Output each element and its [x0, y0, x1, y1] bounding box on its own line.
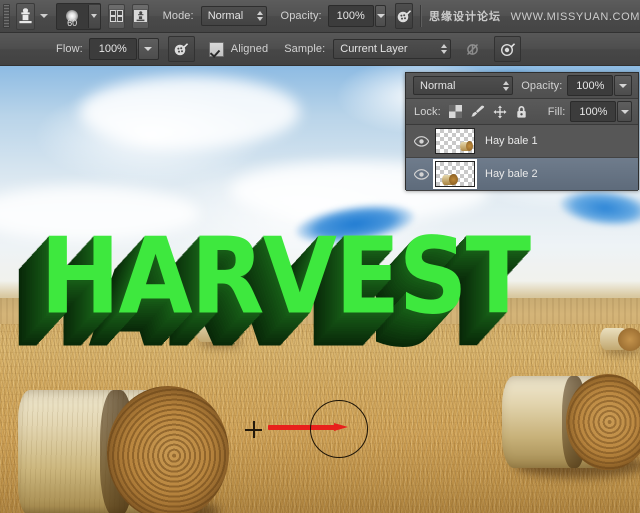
hay-bale-right — [500, 374, 640, 478]
lock-image-pixels-icon — [470, 105, 485, 118]
lock-image-pixels-button[interactable] — [470, 105, 485, 118]
opacity-chevron-down-icon[interactable] — [375, 5, 387, 27]
eye-icon — [414, 169, 429, 180]
layers-opacity-input[interactable]: 100% — [567, 75, 613, 96]
mode-select[interactable]: Normal — [201, 6, 267, 26]
watermark-cn-text: 思缘设计论坛 — [429, 11, 501, 23]
lock-position-icon — [493, 105, 507, 119]
fill-chevron-down-icon[interactable] — [617, 101, 632, 122]
options-bar-row-2: Flow: 100% Aligned Sample: Current Layer — [0, 33, 640, 66]
bale-face — [566, 374, 640, 470]
airbrush-icon — [396, 8, 412, 24]
blend-mode-value: Normal — [420, 80, 455, 92]
toggle-clone-source-panel-button[interactable] — [132, 4, 149, 29]
blend-mode-select[interactable]: Normal — [413, 76, 513, 95]
sample-stepper-icon — [441, 44, 447, 54]
ignore-adjustment-layers-icon — [465, 42, 481, 57]
layers-panel: Normal Opacity: 100% Lock: — [405, 72, 639, 190]
flow-input[interactable]: 100% — [89, 38, 137, 60]
opacity-value: 100% — [337, 10, 365, 22]
lock-label: Lock: — [414, 106, 441, 118]
brush-panel-icon — [109, 9, 124, 23]
sample-select[interactable]: Current Layer — [333, 39, 451, 59]
watermark-top: 思缘设计论坛 WWW.MISSYUAN.COM — [429, 8, 640, 24]
flow-label: Flow: — [56, 43, 83, 55]
watermark-url-text: WWW.MISSYUAN.COM — [511, 11, 640, 23]
cloud-white-1 — [80, 76, 300, 148]
thumbnail-hay-bale-face — [449, 174, 458, 185]
layers-blend-row: Normal Opacity: 100% — [406, 73, 638, 99]
mode-stepper-icon — [257, 11, 263, 21]
opacity-input[interactable]: 100% — [328, 5, 374, 27]
clone-source-panel-icon — [133, 9, 148, 23]
opacity-label: Opacity: — [281, 10, 322, 22]
airbrush-toggle-button-row2[interactable] — [168, 36, 195, 62]
options-bar-grip[interactable] — [3, 4, 10, 28]
layer-name-1: Hay bale 1 — [485, 135, 538, 147]
flow-value: 100% — [99, 43, 127, 55]
airbrush-icon — [173, 41, 189, 57]
lock-all-button[interactable] — [515, 105, 528, 119]
toolbar-divider — [420, 5, 422, 27]
clone-stamp-icon — [17, 7, 34, 25]
layer-thumbnail-1[interactable] — [435, 128, 475, 154]
sample-value: Current Layer — [340, 43, 407, 55]
layer-thumbnail-2[interactable] — [435, 161, 475, 187]
tablet-pressure-icon — [500, 41, 516, 57]
tool-preset-chevron-down-icon[interactable] — [40, 14, 48, 18]
lock-all-icon — [515, 105, 528, 119]
fill-input[interactable]: 100% — [570, 101, 616, 122]
lock-transparent-pixels-button[interactable] — [449, 105, 462, 118]
lock-transparent-pixels-icon — [449, 105, 462, 118]
fill-label: Fill: — [548, 106, 566, 118]
layer-visibility-toggle-1[interactable] — [412, 132, 430, 150]
layer-row-hay-bale-2[interactable]: Hay bale 2 — [406, 158, 638, 191]
eye-icon — [414, 136, 429, 147]
layer-name-2: Hay bale 2 — [485, 168, 538, 180]
bale-face — [107, 386, 229, 513]
flow-chevron-down-icon[interactable] — [138, 38, 159, 60]
options-bar-row-1: 60 Mode: Normal Opacity: — [0, 0, 640, 33]
sample-label: Sample: — [284, 43, 325, 55]
brush-preview-thumbnail: 60 — [57, 5, 88, 28]
harvest-3d-text: HARVEST — [40, 219, 620, 340]
hay-bale-foreground-left — [12, 386, 222, 513]
layers-lock-row: Lock: — [406, 99, 638, 125]
photoshop-window: 60 Mode: Normal Opacity: — [0, 0, 640, 513]
airbrush-toggle-button-row1[interactable] — [395, 3, 413, 29]
ignore-adjustment-layers-button[interactable] — [459, 36, 486, 62]
layers-opacity-value: 100% — [576, 80, 604, 92]
aligned-checkbox[interactable] — [209, 42, 224, 57]
brush-size-value: 60 — [57, 19, 88, 28]
aligned-label: Aligned — [231, 43, 268, 55]
thumbnail-hay-bale-face — [466, 141, 473, 151]
mode-value: Normal — [208, 10, 243, 22]
layer-visibility-toggle-2[interactable] — [412, 165, 430, 183]
clone-source-crosshair-icon — [245, 421, 262, 438]
brush-preset-picker[interactable]: 60 — [56, 3, 101, 30]
lock-position-button[interactable] — [493, 105, 507, 119]
brush-preset-chevron-down-icon[interactable] — [88, 5, 100, 28]
layers-opacity-label: Opacity: — [521, 80, 562, 92]
toggle-brush-panel-button[interactable] — [108, 4, 125, 29]
blend-mode-stepper-icon — [503, 81, 509, 91]
mode-label: Mode: — [163, 10, 194, 22]
brush-cursor-circle-icon — [310, 400, 368, 458]
clone-stamp-tool-button[interactable] — [16, 3, 35, 30]
layers-opacity-chevron-down-icon[interactable] — [614, 75, 632, 96]
tablet-pressure-button[interactable] — [494, 36, 521, 62]
layer-row-hay-bale-1[interactable]: Hay bale 1 — [406, 125, 638, 158]
fill-value: 100% — [579, 106, 607, 118]
